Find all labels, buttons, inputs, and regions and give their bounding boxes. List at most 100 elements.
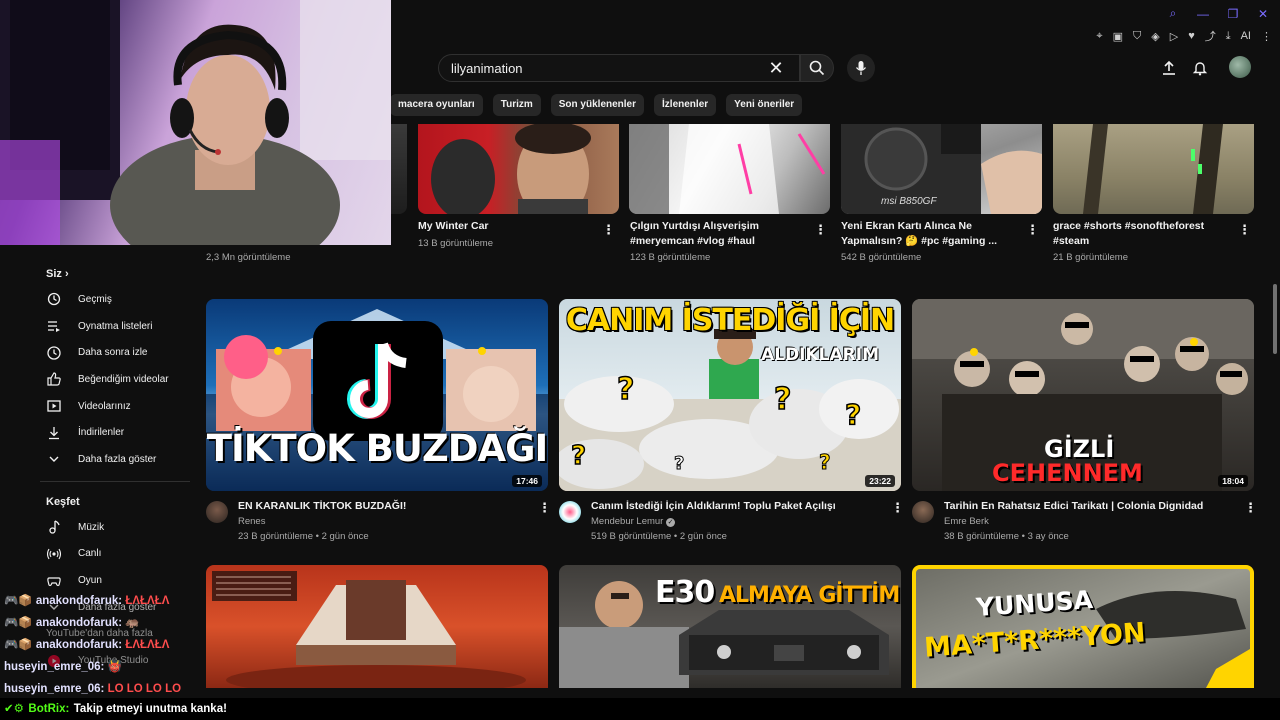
more-options-icon[interactable]: ⋮ <box>538 500 551 516</box>
scrollbar[interactable] <box>1273 284 1277 354</box>
chat-text: ŁΛŁΛŁΛ <box>125 595 170 607</box>
video-meta: 2,3 Mn görüntüleme <box>206 252 291 263</box>
webcam-scene <box>0 0 391 245</box>
chat-message: 🎮📦 anakondofaruk: 🦛 <box>4 612 204 634</box>
more-options-icon[interactable]: ⋮ <box>1238 222 1251 238</box>
cube-icon[interactable]: ◈ <box>1151 30 1159 43</box>
heart-icon[interactable]: ♥ <box>1188 30 1195 42</box>
channel-name-text: Mendebur Lemur <box>591 516 664 527</box>
channel-avatar[interactable] <box>912 501 934 523</box>
share-icon[interactable]: ⤴ <box>1205 28 1216 44</box>
video-title[interactable]: grace #shorts #sonoftheforest <box>1053 219 1204 234</box>
sidebar-item-live[interactable]: Canlı <box>30 541 200 568</box>
sidebar-item-music[interactable]: Müzik <box>30 514 200 541</box>
video-meta: 38 B görüntüleme • 3 ay önce <box>944 531 1069 542</box>
video-title[interactable]: #steam <box>1053 234 1089 249</box>
channel-name[interactable]: Mendebur Lemur ✓ <box>591 514 675 529</box>
pin-icon[interactable]: ⌖ <box>1096 30 1102 43</box>
video-thumbnail[interactable]: TİKTOK BUZDAĞI 17:46 <box>206 299 548 491</box>
chip[interactable]: Turizm <box>492 94 541 116</box>
video-thumbnail[interactable] <box>206 565 548 688</box>
channel-name[interactable]: Emre Berk <box>944 514 989 529</box>
clock-icon <box>46 345 62 361</box>
video-thumbnail[interactable]: msi B850GF <box>841 124 1042 214</box>
video-title[interactable]: Canım İstediği İçin Aldıklarım! Toplu Pa… <box>591 499 836 514</box>
chip[interactable]: Son yüklenenler <box>550 94 645 116</box>
video-title[interactable]: EN KARANLIK TİKTOK BUZDAĞI! <box>238 499 406 514</box>
thumbnail-art <box>212 571 526 688</box>
search-button[interactable] <box>800 54 834 82</box>
thumbnail-subtext: ALDIKLARIM <box>761 345 879 365</box>
chat-message: huseyin_emre_06: 👹 <box>4 656 204 678</box>
voice-search-button[interactable] <box>847 54 875 82</box>
chat-text: 👹 <box>107 661 122 673</box>
camera-icon[interactable]: ▣ <box>1113 30 1123 43</box>
more-options-icon[interactable]: ⋮ <box>602 222 615 238</box>
chevron-down-icon <box>46 451 62 467</box>
more-options-icon[interactable]: ⋮ <box>891 500 904 516</box>
video-title[interactable]: Tarihin En Rahatsız Edici Tarikatı | Col… <box>944 499 1203 514</box>
sidebar-item-label: İndirilenler <box>78 427 125 439</box>
sidebar-item-history[interactable]: Geçmiş <box>30 286 200 313</box>
video-title[interactable]: My Winter Car <box>418 219 489 234</box>
chat-text: LO LO LO LO <box>107 683 182 695</box>
sidebar-item-show-more[interactable]: Daha fazla göster <box>30 446 200 473</box>
minimize-icon[interactable]: — <box>1196 7 1210 21</box>
shield-icon[interactable]: ⛉ <box>1133 30 1141 43</box>
sidebar-item-label: Daha fazla göster <box>78 453 157 465</box>
video-thumbnail[interactable]: GİZLİ CEHENNEM 18:04 <box>912 299 1254 491</box>
search-input[interactable] <box>451 60 765 76</box>
download-icon[interactable]: ⤓ <box>1226 30 1231 43</box>
chip[interactable]: İzlenenler <box>654 94 717 116</box>
video-title[interactable]: Yapmalısın? 🤔 #pc #gaming ... <box>841 234 997 249</box>
channel-avatar[interactable] <box>559 501 581 523</box>
video-title[interactable]: Yeni Ekran Kartı Alınca Ne <box>841 219 972 234</box>
more-options-icon[interactable]: ⋮ <box>814 222 827 238</box>
video-thumbnail[interactable] <box>418 124 619 214</box>
video-thumbnail[interactable]: ? ? ? ? ? ? CANIM İSTEDİĞİ İÇİN ALDIKLAR… <box>559 299 901 491</box>
sidebar-item-downloads[interactable]: İndirilenler <box>30 419 200 446</box>
chip[interactable]: macera oyunları <box>390 94 483 116</box>
close-icon[interactable]: ✕ <box>1256 7 1270 21</box>
avatar[interactable] <box>1229 56 1251 78</box>
extensions-bar: ⌖ ▣ ⛉ ◈ ▷ ♥ ⤴ ⤓ AI ⋮ <box>1096 28 1272 44</box>
ai-button[interactable]: AI <box>1241 30 1251 42</box>
video-thumbnail[interactable] <box>629 124 830 214</box>
sidebar-item-liked-videos[interactable]: Beğendiğim videolar <box>30 366 200 393</box>
live-icon <box>46 546 62 562</box>
thumbnail-text: E30 <box>655 575 715 610</box>
more-options-icon[interactable]: ⋮ <box>1244 500 1257 516</box>
upload-button[interactable] <box>1159 58 1179 78</box>
chat-text: ŁΛŁΛŁΛ <box>125 639 170 651</box>
video-thumbnail[interactable]: E30 ALMAYA GİTTİM <box>559 565 901 688</box>
bot-text: Takip etmeyi unutma kanka! <box>73 703 227 715</box>
history-icon <box>46 291 62 307</box>
chat-message: 🎮📦 anakondofaruk: ŁΛŁΛŁΛ <box>4 590 204 612</box>
search-icon[interactable]: ⌕ <box>1166 6 1180 21</box>
chip[interactable]: Yeni öneriler <box>726 94 803 116</box>
video-thumbnail[interactable] <box>1053 124 1254 214</box>
mic-icon <box>855 61 867 75</box>
sidebar-item-watch-later[interactable]: Daha sonra izle <box>30 339 200 366</box>
notifications-button[interactable] <box>1190 58 1210 78</box>
sidebar-explore-header: Keşfet <box>46 495 80 508</box>
channel-name[interactable]: Renes <box>238 514 265 529</box>
duration-badge: 18:04 <box>1218 475 1248 487</box>
sidebar-item-label: Canlı <box>78 548 102 560</box>
badge-icon: 🎮📦 <box>4 639 33 651</box>
play-icon[interactable]: ▷ <box>1170 30 1178 43</box>
video-thumbnail[interactable]: YUNUSA MA*T*R***YON <box>912 565 1254 688</box>
menu-icon[interactable]: ⋮ <box>1261 30 1272 43</box>
sidebar-you-header[interactable]: Siz › <box>30 262 200 286</box>
filter-chips: macera oyunları Turizm Son yüklenenler İ… <box>390 94 803 116</box>
video-title[interactable]: #meryemcan #vlog #haul <box>630 234 755 249</box>
sidebar-item-your-videos[interactable]: Videolarınız <box>30 393 200 420</box>
search-box: ✕ <box>438 54 800 82</box>
clear-icon[interactable]: ✕ <box>765 58 787 79</box>
video-meta: 542 B görüntüleme <box>841 252 922 263</box>
restore-icon[interactable]: ❐ <box>1226 7 1240 21</box>
sidebar-item-playlists[interactable]: Oynatma listeleri <box>30 313 200 340</box>
channel-avatar[interactable] <box>206 501 228 523</box>
more-options-icon[interactable]: ⋮ <box>1026 222 1039 238</box>
video-title[interactable]: Çılgın Yurtdışı Alışverişim <box>630 219 759 234</box>
